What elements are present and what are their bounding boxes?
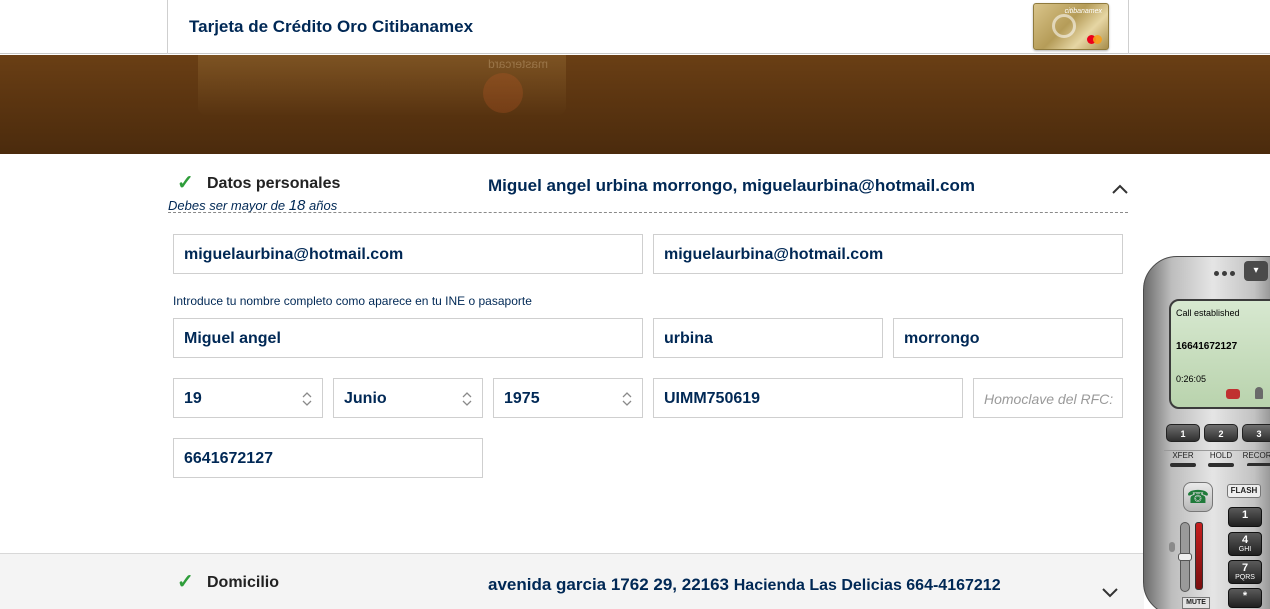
keypad-star-button[interactable]: * xyxy=(1228,588,1262,608)
maternal-surname-value: morrongo xyxy=(904,330,980,347)
softphone-display: Call established 16641672127 0:26:05 xyxy=(1169,299,1270,409)
microphone-icon xyxy=(1169,542,1175,552)
first-name-field[interactable]: Miguel angel xyxy=(173,318,643,358)
flash-button[interactable]: FLASH xyxy=(1227,484,1261,498)
hold-label: HOLD xyxy=(1209,451,1233,460)
hero-banner: mastercard xyxy=(0,55,1270,154)
address-section-label: Domicilio xyxy=(207,574,280,591)
phone-field[interactable]: 6641672127 xyxy=(173,438,483,478)
key-letters: PQRS xyxy=(1235,574,1255,581)
transfer-label: XFER xyxy=(1172,451,1194,460)
transfer-button[interactable]: XFER xyxy=(1164,450,1202,467)
keypad-4-button[interactable]: 4 GHI xyxy=(1228,532,1262,556)
homoclave-field[interactable]: Homoclave del RFC: xyxy=(973,378,1123,418)
phone-value: 6641672127 xyxy=(184,450,273,467)
gold-card-image: citibanamex xyxy=(1033,3,1109,50)
line-1-button[interactable]: 1 xyxy=(1166,424,1200,442)
call-answer-icon[interactable]: ☎ xyxy=(1183,482,1213,512)
select-spinner-icon xyxy=(622,392,632,406)
card-brand-label: citibanamex xyxy=(1064,8,1102,15)
call-timer-text: 0:26:05 xyxy=(1176,374,1207,384)
rfc-field[interactable]: UIMM750619 xyxy=(653,378,963,418)
first-name-value: Miguel angel xyxy=(184,330,281,347)
mute-button[interactable]: MUTE xyxy=(1182,597,1210,609)
key-letters: GHI xyxy=(1238,546,1252,553)
call-number-text: 16641672127 xyxy=(1176,341,1238,352)
personal-section-summary: Miguel angel urbina morrongo, miguelaurb… xyxy=(488,176,975,195)
personal-complete-check-icon: ✓ xyxy=(177,172,194,194)
banner-faded-text: mastercard xyxy=(488,57,549,71)
lock-icon xyxy=(1255,387,1263,399)
key-digit: * xyxy=(1242,590,1248,602)
top-header: Tarjeta de Crédito Oro Citibanamex citib… xyxy=(0,0,1270,54)
keypad-1-button[interactable]: 1 xyxy=(1228,507,1262,527)
email-confirm-field[interactable]: miguelaurbina@hotmail.com xyxy=(653,234,1123,274)
email-value: miguelaurbina@hotmail.com xyxy=(184,246,404,263)
application-page: Tarjeta de Crédito Oro Citibanamex citib… xyxy=(0,0,1270,609)
name-hint-text: Introduce tu nombre completo como aparec… xyxy=(173,294,532,308)
age-note-prefix: Debes ser mayor de xyxy=(168,198,286,213)
email-field[interactable]: miguelaurbina@hotmail.com xyxy=(173,234,643,274)
address-section-summary: avenida garcia 1762 29, 22163 Hacienda L… xyxy=(488,575,1001,595)
rfc-value: UIMM750619 xyxy=(664,390,761,407)
birth-month-value: Junio xyxy=(344,390,387,407)
birth-day-value: 19 xyxy=(184,390,202,407)
volume-slider[interactable] xyxy=(1178,522,1192,592)
homoclave-placeholder: Homoclave del RFC: xyxy=(984,391,1114,407)
hold-button[interactable]: HOLD xyxy=(1202,450,1240,467)
softphone-function-row: XFER HOLD RECORD xyxy=(1164,450,1270,467)
page-title: Tarjeta de Crédito Oro Citibanamex xyxy=(189,17,474,36)
keypad-7-button[interactable]: 7 PQRS xyxy=(1228,560,1262,584)
personal-section-label: Datos personales xyxy=(207,175,341,192)
email-confirm-value: miguelaurbina@hotmail.com xyxy=(664,246,884,263)
select-spinner-icon xyxy=(462,392,472,406)
paternal-surname-field[interactable]: urbina xyxy=(653,318,883,358)
address-summary-main: avenida garcia 1762 29, 22163 xyxy=(488,575,730,594)
age-note-suffix: años xyxy=(309,198,338,213)
record-label: RECORD xyxy=(1242,451,1270,460)
banner-logo-shape xyxy=(483,73,523,113)
softphone-menu-button[interactable]: ▾ xyxy=(1244,261,1268,281)
softphone-widget: ▾ Call established 16641672127 0:26:05 1… xyxy=(1143,256,1270,609)
birth-day-select[interactable]: 19 xyxy=(173,378,323,418)
phone-status-icon xyxy=(1226,389,1240,399)
softphone-speaker-dots xyxy=(1214,263,1238,280)
section-divider xyxy=(168,212,1128,213)
maternal-surname-field[interactable]: morrongo xyxy=(893,318,1123,358)
line-3-button[interactable]: 3 xyxy=(1242,424,1270,442)
card-emblem-icon xyxy=(1052,14,1076,38)
top-header-inner: Tarjeta de Crédito Oro Citibanamex citib… xyxy=(167,0,1129,54)
line-2-button[interactable]: 2 xyxy=(1204,424,1238,442)
chevron-down-icon[interactable] xyxy=(1100,586,1120,600)
audio-level-meter xyxy=(1195,522,1203,590)
record-button[interactable]: RECORD xyxy=(1240,450,1270,466)
address-summary-rest: Hacienda Las Delicias 664-4167212 xyxy=(733,577,1001,594)
birth-month-select[interactable]: Junio xyxy=(333,378,483,418)
birth-year-select[interactable]: 1975 xyxy=(493,378,643,418)
select-spinner-icon xyxy=(302,392,312,406)
chevron-up-icon[interactable] xyxy=(1110,182,1130,196)
paternal-surname-value: urbina xyxy=(664,330,713,347)
call-status-text: Call established xyxy=(1176,308,1240,318)
key-digit: 1 xyxy=(1241,509,1249,521)
banner-card-image: mastercard xyxy=(198,55,566,115)
birth-year-value: 1975 xyxy=(504,390,540,407)
volume-slider-knob[interactable] xyxy=(1178,553,1192,561)
address-complete-check-icon: ✓ xyxy=(177,571,194,593)
mastercard-logo-circle xyxy=(1093,35,1102,44)
